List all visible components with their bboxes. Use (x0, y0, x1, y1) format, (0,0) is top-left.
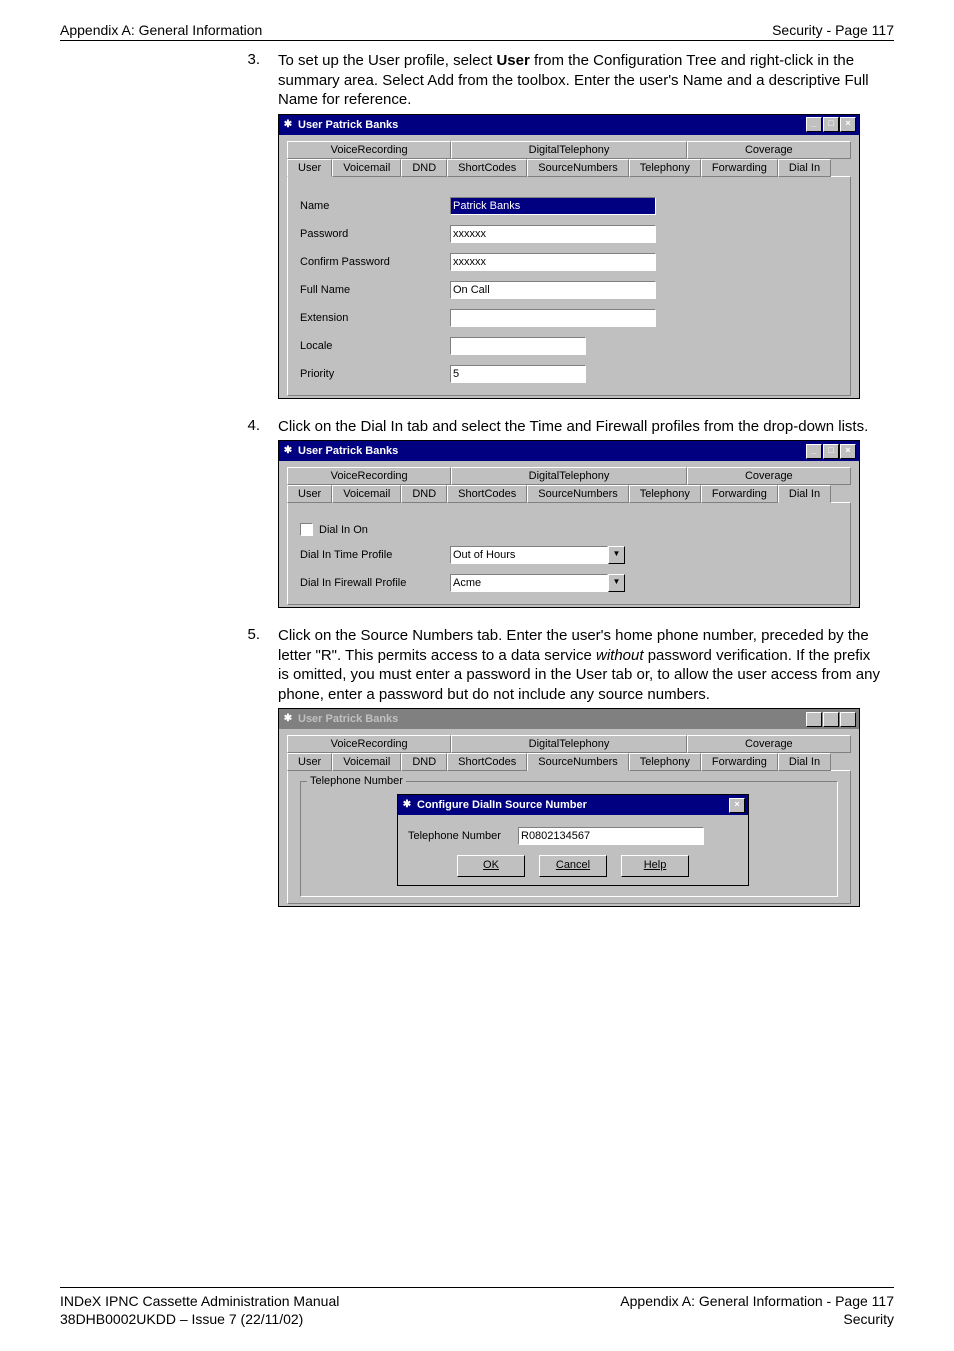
tab-telephony[interactable]: Telephony (629, 753, 701, 771)
help-button[interactable]: Help (621, 855, 689, 877)
tab-voicerecording[interactable]: VoiceRecording (287, 735, 451, 753)
name-field[interactable] (450, 197, 656, 215)
tab-voicerecording[interactable]: VoiceRecording (287, 467, 451, 485)
window-configure-dialin: ✱ Configure DialIn Source Number × Telep… (397, 794, 749, 886)
step-4-text: Click on the Dial In tab and select the … (278, 417, 884, 437)
label-name: Name (300, 200, 450, 212)
cancel-button[interactable]: Cancel (539, 855, 607, 877)
tab-dialin[interactable]: Dial In (778, 485, 831, 503)
chevron-down-icon[interactable]: ▼ (608, 546, 625, 564)
tab-voicerecording[interactable]: VoiceRecording (287, 141, 451, 159)
window-title: User Patrick Banks (298, 445, 806, 457)
tab-telephony[interactable]: Telephony (629, 485, 701, 503)
confirm-password-field[interactable] (450, 253, 656, 271)
label-dialin-on: Dial In On (319, 524, 368, 536)
chevron-down-icon[interactable]: ▼ (608, 574, 625, 592)
tab-voicemail[interactable]: Voicemail (332, 485, 401, 503)
app-icon: ✱ (401, 799, 413, 811)
priority-field[interactable] (450, 365, 586, 383)
close-button[interactable]: × (840, 117, 856, 132)
inner-window-title: Configure DialIn Source Number (417, 799, 729, 811)
app-icon: ✱ (282, 119, 294, 131)
footer-left-1: INDeX IPNC Cassette Administration Manua… (60, 1292, 339, 1310)
tab-user[interactable]: User (287, 485, 332, 503)
window-title: User Patrick Banks (298, 119, 806, 131)
tab-coverage[interactable]: Coverage (687, 467, 851, 485)
close-button[interactable]: × (840, 712, 856, 727)
label-locale: Locale (300, 340, 450, 352)
step-5: 5. Click on the Source Numbers tab. Ente… (230, 626, 884, 704)
tab-coverage[interactable]: Coverage (687, 735, 851, 753)
tab-shortcodes[interactable]: ShortCodes (447, 159, 527, 177)
ok-button[interactable]: OK (457, 855, 525, 877)
step-4: 4. Click on the Dial In tab and select t… (230, 417, 884, 437)
tab-forwarding[interactable]: Forwarding (701, 485, 778, 503)
footer-right-1: Appendix A: General Information - Page 1… (620, 1292, 894, 1310)
firewall-profile-combo[interactable]: ▼ (450, 574, 625, 592)
tab-dialin[interactable]: Dial In (778, 753, 831, 771)
step-4-num: 4. (230, 417, 278, 437)
window-title: User Patrick Banks (298, 713, 806, 725)
minimize-button[interactable]: _ (806, 117, 822, 132)
tab-sourcenumbers[interactable]: SourceNumbers (527, 753, 628, 771)
tab-voicemail[interactable]: Voicemail (332, 159, 401, 177)
footer-left-2: 38DHB0002UKDD – Issue 7 (22/11/02) (60, 1310, 339, 1328)
label-priority: Priority (300, 368, 450, 380)
tab-forwarding[interactable]: Forwarding (701, 159, 778, 177)
maximize-button[interactable]: □ (823, 444, 839, 459)
maximize-button[interactable]: □ (823, 712, 839, 727)
tab-telephony[interactable]: Telephony (629, 159, 701, 177)
tab-dnd[interactable]: DND (401, 753, 447, 771)
step-5-text: Click on the Source Numbers tab. Enter t… (278, 626, 884, 704)
tab-dnd[interactable]: DND (401, 485, 447, 503)
label-telephone-number: Telephone Number (408, 830, 518, 842)
minimize-button[interactable]: _ (806, 712, 822, 727)
telephone-number-group: Telephone Number ✱ Configure DialIn Sour… (300, 781, 838, 897)
step-3: 3. To set up the User profile, select Us… (230, 51, 884, 110)
step-3-num: 3. (230, 51, 278, 110)
tab-coverage[interactable]: Coverage (687, 141, 851, 159)
tab-forwarding[interactable]: Forwarding (701, 753, 778, 771)
tab-sourcenumbers[interactable]: SourceNumbers (527, 485, 628, 503)
telephone-number-field[interactable] (518, 827, 704, 845)
footer-right-2: Security (620, 1310, 894, 1328)
window-user-3: ✱ User Patrick Banks _ □ × VoiceRecordin… (278, 708, 860, 907)
tab-sourcenumbers[interactable]: SourceNumbers (527, 159, 628, 177)
tab-digitaltelephony[interactable]: DigitalTelephony (451, 735, 686, 753)
label-time-profile: Dial In Time Profile (300, 549, 450, 561)
tab-shortcodes[interactable]: ShortCodes (447, 753, 527, 771)
step-3-text: To set up the User profile, select User … (278, 51, 884, 110)
header-right: Security - Page 117 (772, 22, 894, 38)
group-label: Telephone Number (307, 775, 406, 787)
step-5-num: 5. (230, 626, 278, 704)
time-profile-combo[interactable]: ▼ (450, 546, 625, 564)
locale-field[interactable] (450, 337, 586, 355)
tab-dnd[interactable]: DND (401, 159, 447, 177)
maximize-button[interactable]: □ (823, 117, 839, 132)
close-button[interactable]: × (729, 798, 745, 813)
minimize-button[interactable]: _ (806, 444, 822, 459)
label-password: Password (300, 228, 450, 240)
extension-field[interactable] (450, 309, 656, 327)
tab-digitaltelephony[interactable]: DigitalTelephony (451, 467, 686, 485)
window-user-1: ✱ User Patrick Banks _ □ × VoiceRecordin… (278, 114, 860, 399)
label-fullname: Full Name (300, 284, 450, 296)
password-field[interactable] (450, 225, 656, 243)
tab-dialin[interactable]: Dial In (778, 159, 831, 177)
header-left: Appendix A: General Information (60, 22, 262, 38)
tab-shortcodes[interactable]: ShortCodes (447, 485, 527, 503)
app-icon: ✱ (282, 445, 294, 457)
tab-voicemail[interactable]: Voicemail (332, 753, 401, 771)
dialin-on-checkbox[interactable] (300, 523, 313, 536)
label-firewall-profile: Dial In Firewall Profile (300, 577, 450, 589)
label-extension: Extension (300, 312, 450, 324)
tab-user[interactable]: User (287, 159, 332, 177)
tab-digitaltelephony[interactable]: DigitalTelephony (451, 141, 686, 159)
window-user-2: ✱ User Patrick Banks _ □ × VoiceRecordin… (278, 440, 860, 608)
app-icon: ✱ (282, 713, 294, 725)
close-button[interactable]: × (840, 444, 856, 459)
label-confirm-password: Confirm Password (300, 256, 450, 268)
fullname-field[interactable] (450, 281, 656, 299)
tab-user[interactable]: User (287, 753, 332, 771)
